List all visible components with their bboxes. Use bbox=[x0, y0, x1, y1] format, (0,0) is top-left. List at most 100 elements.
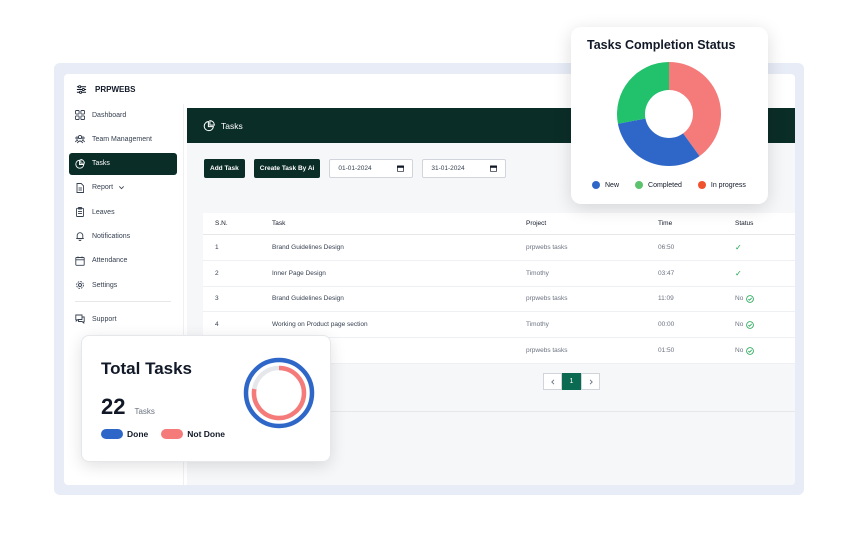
circle-check-icon[interactable] bbox=[746, 295, 755, 303]
sidebar-item-label: Settings bbox=[92, 281, 118, 289]
legend-label: Completed bbox=[648, 181, 682, 189]
task-count-label: Tasks bbox=[134, 407, 155, 416]
bell-icon bbox=[76, 232, 84, 242]
checkmark-icon: ✓ bbox=[735, 242, 742, 252]
completion-status-card: Tasks Completion Status New Completed In… bbox=[571, 27, 768, 204]
cell-time: 06:50 bbox=[658, 243, 675, 251]
sidebar-item-label: Attendance bbox=[92, 257, 128, 265]
cell-status: No bbox=[735, 346, 795, 355]
date-from-value: 01-01-2024 bbox=[338, 165, 372, 172]
total-tasks-ring-chart bbox=[243, 357, 315, 429]
cell-status: No bbox=[735, 295, 795, 303]
sidebar-divider bbox=[75, 301, 171, 303]
add-task-button[interactable]: Add Task bbox=[204, 159, 245, 178]
legend-swatch bbox=[635, 181, 644, 189]
checkmark-icon: ✓ bbox=[735, 268, 742, 278]
pagination: 1 bbox=[543, 373, 600, 390]
sidebar-item-dashboard[interactable]: Dashboard bbox=[69, 104, 177, 126]
total-tasks-card: Total Tasks 22 Tasks Done Not Done bbox=[81, 335, 331, 462]
clipboard-icon bbox=[76, 207, 84, 218]
sidebar-item-tasks[interactable]: Tasks bbox=[69, 152, 177, 175]
legend-item-done: Done bbox=[101, 429, 148, 439]
cell-status: ✓ bbox=[735, 269, 795, 278]
sidebar-item-label: Support bbox=[92, 315, 117, 323]
cell-project: prpwebs tasks bbox=[526, 347, 568, 355]
cell-project: Timothy bbox=[526, 269, 549, 277]
cell-status: No bbox=[735, 320, 795, 329]
sidebar-item-report[interactable]: Report bbox=[69, 177, 177, 199]
cell-time: 01:50 bbox=[658, 347, 675, 355]
completion-legend: New Completed In progress bbox=[592, 181, 746, 189]
sidebar-item-label: Tasks bbox=[92, 160, 110, 168]
legend-swatch bbox=[697, 181, 706, 189]
cell-sn: 3 bbox=[215, 295, 219, 303]
cell-project: prpwebs tasks bbox=[526, 243, 568, 251]
sidebar-item-leaves[interactable]: Leaves bbox=[69, 201, 177, 223]
legend-item-new: New bbox=[592, 181, 619, 189]
legend-item-in-progress: In progress bbox=[697, 181, 746, 189]
table-row[interactable]: 1 Brand Guidelines Design prpwebs tasks … bbox=[203, 235, 795, 261]
sidebar-item-notifications[interactable]: Notifications bbox=[69, 225, 177, 247]
date-from-input[interactable]: 01-01-2024 bbox=[329, 159, 414, 178]
date-to-input[interactable]: 31-01-2024 bbox=[422, 159, 507, 178]
donut-segment-completed bbox=[617, 62, 669, 124]
table-header-row: S.N. Task Project Time Status bbox=[203, 213, 795, 235]
sidebar-item-team-management[interactable]: Team Management bbox=[69, 128, 177, 150]
task-toolbar: Add Task Create Task By Ai 01-01-2024 31… bbox=[204, 159, 507, 178]
sidebar-item-label: Notifications bbox=[92, 232, 131, 240]
legend-item-completed: Completed bbox=[635, 181, 682, 189]
cell-task: Working on Product page section bbox=[272, 321, 368, 329]
create-task-ai-button[interactable]: Create Task By Ai bbox=[253, 159, 321, 178]
calendar-icon[interactable] bbox=[490, 165, 498, 172]
circle-check-icon[interactable] bbox=[746, 346, 755, 355]
team-icon bbox=[75, 135, 85, 144]
pie-icon bbox=[203, 119, 215, 131]
column-header-sn: S.N. bbox=[215, 220, 228, 227]
calendar-icon[interactable] bbox=[397, 165, 405, 172]
calendar-icon bbox=[75, 256, 85, 266]
legend-label: New bbox=[605, 181, 620, 189]
cell-task: Inner Page Design bbox=[272, 269, 326, 277]
total-card-title: Total Tasks bbox=[101, 359, 193, 378]
column-header-task: Task bbox=[272, 220, 286, 227]
legend-label: Not Done bbox=[187, 429, 226, 439]
brand-name: PRPWEBS bbox=[95, 85, 136, 94]
prev-page-button[interactable] bbox=[543, 373, 562, 390]
circle-check-icon[interactable] bbox=[746, 320, 755, 329]
task-count-number: 22 bbox=[101, 394, 126, 419]
sidebar-item-settings[interactable]: Settings bbox=[69, 274, 177, 296]
task-count: 22 Tasks bbox=[101, 394, 155, 420]
cell-sn: 1 bbox=[215, 243, 219, 251]
legend-swatch bbox=[161, 429, 184, 439]
column-header-time: Time bbox=[658, 220, 673, 227]
cell-status: ✓ bbox=[735, 243, 795, 252]
chevron-down-icon[interactable] bbox=[118, 184, 125, 191]
gear-icon bbox=[76, 281, 84, 289]
cell-time: 00:00 bbox=[658, 321, 675, 329]
donut-segment-new bbox=[617, 118, 700, 166]
cell-task: Brand Guidelines Design bbox=[272, 295, 344, 303]
brand: PRPWEBS bbox=[76, 84, 135, 95]
sidebar-item-attendance[interactable]: Attendance bbox=[69, 250, 177, 272]
legend-swatch bbox=[101, 429, 123, 439]
next-page-button[interactable] bbox=[581, 373, 600, 390]
cell-project: prpwebs tasks bbox=[526, 295, 568, 303]
page-button-current[interactable]: 1 bbox=[562, 373, 581, 390]
legend-swatch bbox=[592, 181, 600, 189]
column-header-project: Project bbox=[526, 220, 547, 227]
cell-time: 03:47 bbox=[658, 269, 675, 277]
sidebar-nav: Dashboard Team Management Tasks Report L… bbox=[64, 104, 183, 330]
table-row[interactable]: 3 Brand Guidelines Design prpwebs tasks … bbox=[203, 287, 795, 313]
legend-label: In progress bbox=[710, 181, 746, 189]
document-icon bbox=[76, 182, 84, 193]
sidebar-item-label: Team Management bbox=[92, 135, 152, 143]
cell-project: Timothy bbox=[526, 321, 549, 329]
column-header-status: Status bbox=[735, 220, 754, 227]
sidebar-item-label: Leaves bbox=[92, 208, 115, 216]
sidebar-item-support[interactable]: Support bbox=[69, 308, 177, 330]
status-text: No bbox=[735, 295, 744, 303]
legend-item-not-done: Not Done bbox=[161, 429, 225, 439]
menu-toggle-icon[interactable] bbox=[76, 84, 87, 95]
table-row[interactable]: 2 Inner Page Design Timothy 03:47 ✓ bbox=[203, 261, 795, 287]
chevron-right-icon bbox=[589, 378, 593, 385]
